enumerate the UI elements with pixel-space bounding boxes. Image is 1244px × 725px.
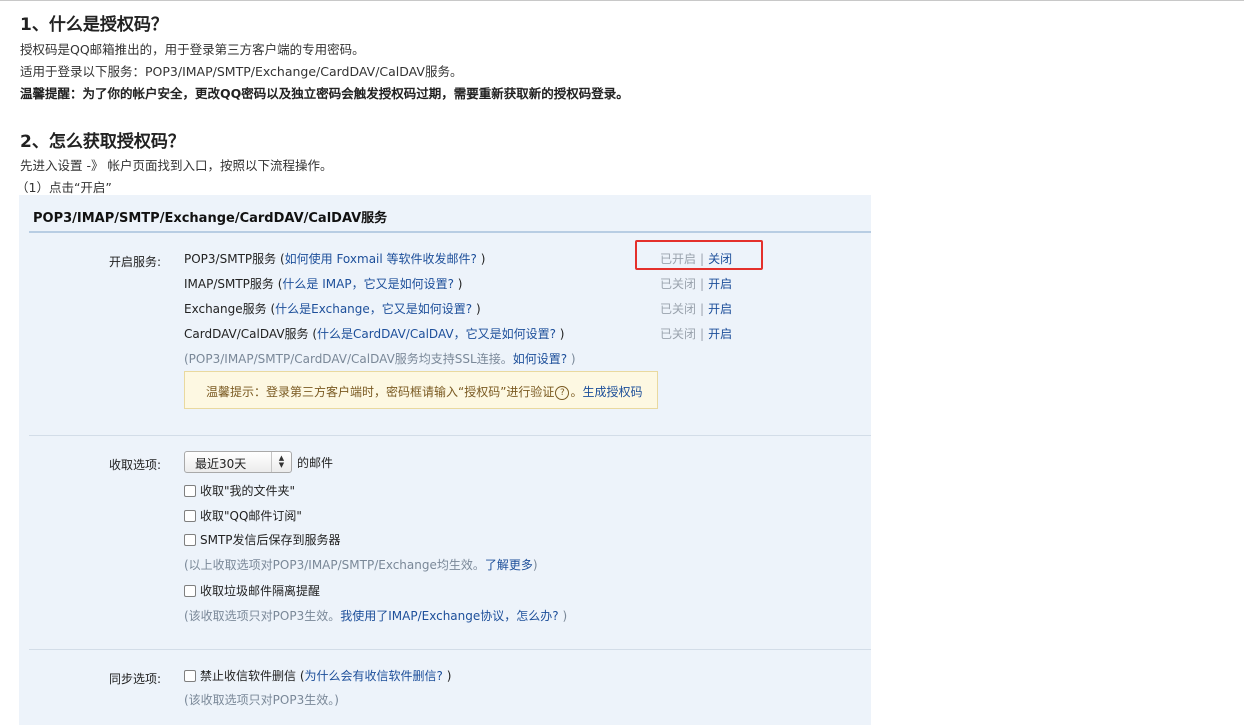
service-status-exchange: 已关闭 | 开启 — [660, 300, 732, 317]
tip-text: 温馨提示：登录第三方客户端时，密码框请输入“授权码”进行验证 — [206, 385, 555, 399]
receive-note-text: (以上收取选项对POP3/IMAP/SMTP/Exchange均生效。 — [184, 558, 485, 572]
section-divider — [29, 649, 871, 650]
status-text: 已关闭 — [660, 277, 697, 291]
receive-range-select[interactable]: 最近30天 ▲ ▼ — [184, 451, 292, 473]
checkbox-label: 收取"我的文件夹" — [200, 484, 296, 498]
top-divider — [0, 0, 1244, 1]
panel-title: POP3/IMAP/SMTP/Exchange/CardDAV/CalDAV服务 — [33, 211, 388, 226]
status-text: 已关闭 — [660, 327, 697, 341]
service-name: IMAP/SMTP服务 — [184, 277, 274, 291]
help-link-carddav[interactable]: 什么是CardDAV/CalDAV，它又是如何设置? — [317, 327, 556, 341]
paren: ( — [296, 669, 305, 683]
sync-label: 同步选项: — [109, 672, 162, 686]
receive-opt-spam: 收取垃圾邮件隔离提醒 — [184, 582, 320, 599]
paren: ) — [442, 669, 452, 683]
checkbox-spam-alert[interactable] — [184, 584, 196, 597]
service-status-carddav: 已关闭 | 开启 — [660, 325, 732, 342]
highlight-box — [635, 240, 763, 270]
auth-code-tip: 温馨提示：登录第三方客户端时，密码框请输入“授权码”进行验证? 。生成授权码 — [184, 371, 658, 409]
status-sep: | — [700, 302, 705, 316]
ssl-note: (POP3/IMAP/SMTP/CardDAV/CalDAV服务均支持SSL连接… — [184, 350, 576, 367]
open-exchange-button[interactable]: 开启 — [708, 302, 732, 316]
checkbox-label: SMTP发信后保存到服务器 — [200, 533, 341, 547]
receive-suffix: 的邮件 — [297, 456, 334, 470]
checkbox-label: 收取"QQ邮件订阅" — [200, 509, 302, 523]
section2-step1: （1）点击“开启” — [16, 180, 112, 195]
section1-warning: 温馨提醒：为了你的帐户安全，更改QQ密码以及独立密码会触发授权码过期，需要重新获… — [20, 86, 629, 101]
checkbox-folders[interactable] — [184, 484, 196, 497]
help-link-imap[interactable]: 什么是 IMAP，它又是如何设置? — [282, 277, 454, 291]
service-name: CardDAV/CalDAV服务 — [184, 327, 309, 341]
status-text: 已关闭 — [660, 302, 697, 316]
paren: ) — [472, 302, 481, 316]
ssl-note-text: (POP3/IMAP/SMTP/CardDAV/CalDAV服务均支持SSL连接… — [184, 352, 513, 366]
paren: ) — [555, 327, 565, 341]
panel-title-divider — [29, 231, 871, 233]
receive-opt-smtp-save: SMTP发信后保存到服务器 — [184, 531, 341, 548]
service-row-carddav: CardDAV/CalDAV服务 (什么是CardDAV/CalDAV，它又是如… — [184, 325, 564, 342]
section1-title: 1、什么是授权码？ — [20, 15, 168, 35]
select-value: 最近30天 — [195, 457, 247, 471]
service-name: POP3/SMTP服务 — [184, 252, 277, 266]
service-name: Exchange服务 — [184, 302, 267, 316]
receive-note2-text: (该收取选项只对POP3生效。 — [184, 609, 341, 623]
status-sep: | — [700, 277, 705, 291]
paren: ) — [453, 277, 463, 291]
paren: ) — [558, 609, 568, 623]
generate-auth-code-link[interactable]: 生成授权码 — [582, 385, 642, 399]
ssl-setup-link[interactable]: 如何设置? — [513, 352, 567, 366]
status-sep: | — [700, 327, 705, 341]
paren: ( — [276, 252, 285, 266]
checkbox-label: 收取垃圾邮件隔离提醒 — [200, 584, 321, 598]
receive-note2: (该收取选项只对POP3生效。我使用了IMAP/Exchange协议，怎么办? … — [184, 607, 567, 624]
section1-line1: 授权码是QQ邮箱推出的，用于登录第三方客户端的专用密码。 — [20, 42, 365, 57]
select-arrows-icon: ▲ ▼ — [271, 452, 291, 472]
help-link-pop3[interactable]: 如何使用 Foxmail 等软件收发邮件? — [285, 252, 477, 266]
paren: ( — [266, 302, 276, 316]
checkbox-subscriptions[interactable] — [184, 509, 196, 522]
open-imap-button[interactable]: 开启 — [708, 277, 732, 291]
why-delete-link[interactable]: 为什么会有收信软件删信? — [305, 669, 443, 683]
service-status-imap: 已关闭 | 开启 — [660, 275, 732, 292]
receive-opt-subscriptions: 收取"QQ邮件订阅" — [184, 507, 302, 524]
tip-dot: 。 — [570, 385, 583, 399]
checkbox-label: 禁止收信软件删信 — [200, 669, 297, 683]
services-label: 开启服务: — [109, 255, 162, 269]
service-row-imap: IMAP/SMTP服务 (什么是 IMAP，它又是如何设置? ) — [184, 275, 462, 292]
paren: ( — [308, 327, 318, 341]
receive-opt-folders: 收取"我的文件夹" — [184, 482, 295, 499]
section2-title: 2、怎么获取授权码？ — [20, 132, 185, 152]
paren: ) — [476, 252, 486, 266]
sync-note: (该收取选项只对POP3生效。) — [184, 693, 339, 707]
checkbox-no-delete[interactable] — [184, 669, 196, 682]
help-circle-icon[interactable]: ? — [555, 385, 570, 400]
sync-opt-no-delete: 禁止收信软件删信 (为什么会有收信软件删信? ) — [184, 667, 451, 684]
paren: ) — [567, 352, 576, 366]
section2-line1: 先进入设置 -》 帐户页面找到入口，按照以下流程操作。 — [20, 158, 333, 173]
settings-panel: POP3/IMAP/SMTP/Exchange/CardDAV/CalDAV服务… — [19, 195, 871, 725]
service-row-exchange: Exchange服务 (什么是Exchange，它又是如何设置? ) — [184, 300, 481, 317]
open-carddav-button[interactable]: 开启 — [708, 327, 732, 341]
service-row-pop3: POP3/SMTP服务 (如何使用 Foxmail 等软件收发邮件? ) — [184, 250, 485, 267]
section-divider — [29, 435, 871, 436]
learn-more-link[interactable]: 了解更多 — [485, 558, 533, 572]
receive-note: (以上收取选项对POP3/IMAP/SMTP/Exchange均生效。了解更多) — [184, 556, 538, 573]
checkbox-smtp-save[interactable] — [184, 533, 196, 546]
imap-exchange-help-link[interactable]: 我使用了IMAP/Exchange协议，怎么办? — [340, 609, 558, 623]
paren: ) — [532, 558, 538, 572]
help-link-exchange[interactable]: 什么是Exchange，它又是如何设置? — [275, 302, 472, 316]
receive-label: 收取选项: — [109, 458, 162, 472]
section1-line2: 适用于登录以下服务：POP3/IMAP/SMTP/Exchange/CardDA… — [20, 64, 463, 79]
